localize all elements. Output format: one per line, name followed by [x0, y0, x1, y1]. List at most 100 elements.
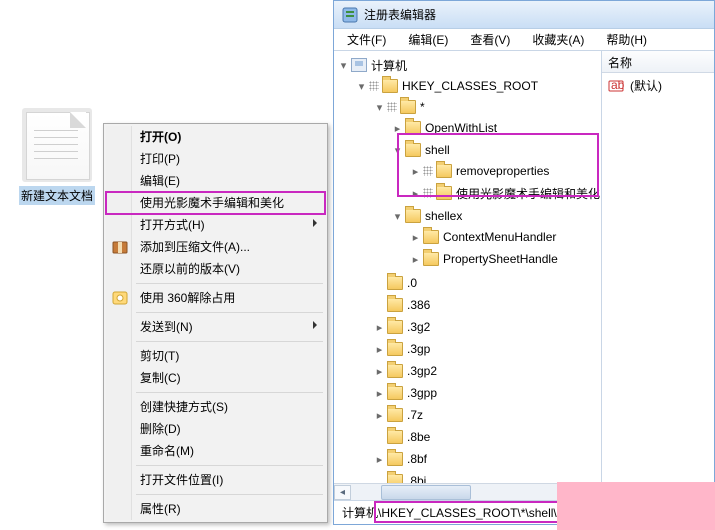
folder-icon: [387, 452, 403, 466]
ctx-open-label: 打开(O): [140, 130, 181, 144]
dotted-connector-icon: [387, 102, 397, 112]
tree-label: removeproperties: [456, 164, 549, 178]
tree-node-neoimage[interactable]: ▸ 使用光影魔术手编辑和美化: [410, 182, 601, 204]
ctx-open[interactable]: 打开(O): [106, 126, 325, 148]
scroll-track[interactable]: [351, 485, 584, 500]
ctx-add-to-zip-label: 添加到压缩文件(A)...: [140, 240, 250, 254]
ctx-delete[interactable]: 删除(D): [106, 418, 325, 440]
ctx-restore-prev[interactable]: 还原以前的版本(V): [106, 258, 325, 280]
archive-icon: [112, 239, 128, 255]
expand-icon[interactable]: ▸: [410, 254, 421, 265]
column-header-name[interactable]: 名称: [602, 51, 714, 73]
ctx-edit-label: 编辑(E): [140, 174, 180, 188]
value-row-default[interactable]: ab (默认): [602, 73, 714, 98]
expand-icon[interactable]: ▸: [374, 454, 385, 465]
tree-node-ext[interactable]: ▸.3gp2: [374, 360, 601, 382]
collapse-icon[interactable]: ▾: [356, 81, 367, 92]
status-prefix: 计算机: [342, 506, 378, 520]
ctx-send-to[interactable]: 发送到(N): [106, 316, 325, 338]
expand-icon[interactable]: ▸: [374, 366, 385, 377]
ctx-cut[interactable]: 剪切(T): [106, 345, 325, 367]
ctx-properties[interactable]: 属性(R): [106, 498, 325, 520]
menu-edit[interactable]: 编辑(E): [399, 29, 457, 50]
tree-node-ext[interactable]: .8be: [374, 426, 601, 448]
tree-label: 计算机: [371, 57, 407, 74]
tree-node-ext[interactable]: .0: [374, 272, 601, 294]
tree-label: .3g2: [407, 320, 430, 334]
expand-icon[interactable]: ▸: [410, 232, 421, 243]
tree-node-computer[interactable]: ▾计算机 ▾HKEY_CLASSES_ROOT ▾* ▸OpenWithList: [338, 54, 601, 494]
tree-label: *: [420, 100, 425, 114]
collapse-icon[interactable]: ▾: [392, 145, 403, 156]
tree-label: 使用光影魔术手编辑和美化: [456, 185, 600, 202]
separator: [136, 494, 323, 495]
folder-icon: [387, 276, 403, 290]
tree-node-ext[interactable]: ▸ .3g2: [374, 316, 601, 338]
folder-icon: [405, 143, 421, 157]
ctx-rename-label: 重命名(M): [140, 444, 194, 458]
tree-label: .3gp: [407, 342, 430, 356]
menu-favorites[interactable]: 收藏夹(A): [523, 29, 593, 50]
dotted-connector-icon: [369, 81, 379, 91]
collapse-icon[interactable]: ▾: [374, 102, 385, 113]
menu-view[interactable]: 查看(V): [461, 29, 519, 50]
menu-help[interactable]: 帮助(H): [597, 29, 656, 50]
dotted-connector-icon: [423, 188, 433, 198]
ctx-restore-prev-label: 还原以前的版本(V): [140, 262, 240, 276]
tree-node-shell[interactable]: ▾shell ▸removeproperties ▸使用光影魔术手编辑和美化: [392, 139, 601, 205]
folder-icon: [382, 79, 398, 93]
tree-node-shellex[interactable]: ▾shellex ▸ContextMenuHandler ▸PropertySh…: [392, 205, 601, 271]
ctx-rename[interactable]: 重命名(M): [106, 440, 325, 462]
collapse-icon[interactable]: ▾: [338, 60, 349, 71]
expand-icon[interactable]: ▸: [374, 344, 385, 355]
tree-node-removeproperties[interactable]: ▸ removeproperties: [410, 160, 601, 182]
ctx-delete-label: 删除(D): [140, 422, 181, 436]
ctx-neoimage[interactable]: 使用光影魔术手编辑和美化: [106, 192, 325, 214]
ctx-copy-label: 复制(C): [140, 371, 181, 385]
tree-node-ext[interactable]: ▸.7z: [374, 404, 601, 426]
regedit-icon: [342, 7, 358, 23]
desktop-file[interactable]: 新建文本文档: [12, 108, 102, 205]
string-value-icon: ab: [608, 78, 624, 94]
scroll-left-button[interactable]: ◂: [334, 485, 351, 500]
expand-icon[interactable]: ▸: [410, 188, 421, 199]
file-name-label: 新建文本文档: [19, 186, 95, 205]
ctx-add-to-zip[interactable]: 添加到压缩文件(A)...: [106, 236, 325, 258]
tree-node-ext[interactable]: ▸.8bf: [374, 448, 601, 470]
folder-icon: [436, 186, 452, 200]
chevron-right-icon: [313, 219, 317, 227]
ctx-open-location[interactable]: 打开文件位置(I): [106, 469, 325, 491]
regedit-window: 注册表编辑器 文件(F) 编辑(E) 查看(V) 收藏夹(A) 帮助(H) ▾ 计…: [333, 0, 715, 525]
ctx-copy[interactable]: 复制(C): [106, 367, 325, 389]
tree-node-contextmenuhandler[interactable]: ▸ContextMenuHandler: [410, 226, 601, 248]
folder-icon: [423, 252, 439, 266]
ctx-360-unlock[interactable]: 使用 360解除占用: [106, 287, 325, 309]
tree-node-propertysheethandle[interactable]: ▸PropertySheetHandle: [410, 248, 601, 270]
expand-icon[interactable]: ▸: [410, 166, 421, 177]
folder-icon: [387, 386, 403, 400]
folder-icon: [387, 342, 403, 356]
ctx-properties-label: 属性(R): [140, 502, 181, 516]
titlebar[interactable]: 注册表编辑器: [334, 1, 714, 29]
separator: [136, 392, 323, 393]
menu-file[interactable]: 文件(F): [338, 29, 395, 50]
text-file-icon: [22, 108, 92, 182]
ctx-open-with[interactable]: 打开方式(H): [106, 214, 325, 236]
expand-icon[interactable]: ▸: [392, 123, 403, 134]
tree-node-ext[interactable]: ▸ .3gp: [374, 338, 601, 360]
collapse-icon[interactable]: ▾: [392, 211, 403, 222]
ctx-edit[interactable]: 编辑(E): [106, 170, 325, 192]
expand-icon[interactable]: ▸: [374, 322, 385, 333]
scroll-thumb[interactable]: [381, 485, 471, 500]
expand-icon[interactable]: ▸: [374, 388, 385, 399]
ctx-print[interactable]: 打印(P): [106, 148, 325, 170]
tree-node-ext[interactable]: ▸.3gpp: [374, 382, 601, 404]
tree-node-star[interactable]: ▾* ▸OpenWithList ▾shell ▸removepropertie…: [374, 96, 601, 272]
tree-node-openwithlist[interactable]: ▸OpenWithList: [392, 117, 601, 139]
tree-node-hkcr[interactable]: ▾HKEY_CLASSES_ROOT ▾* ▸OpenWithList: [356, 75, 601, 493]
tree-node-ext[interactable]: .386: [374, 294, 601, 316]
ctx-create-shortcut[interactable]: 创建快捷方式(S): [106, 396, 325, 418]
expand-icon[interactable]: ▸: [374, 410, 385, 421]
ctx-neoimage-label: 使用光影魔术手编辑和美化: [140, 196, 284, 210]
context-menu: 打开(O) 打印(P) 编辑(E) 使用光影魔术手编辑和美化 打开方式(H) 添…: [103, 123, 328, 523]
